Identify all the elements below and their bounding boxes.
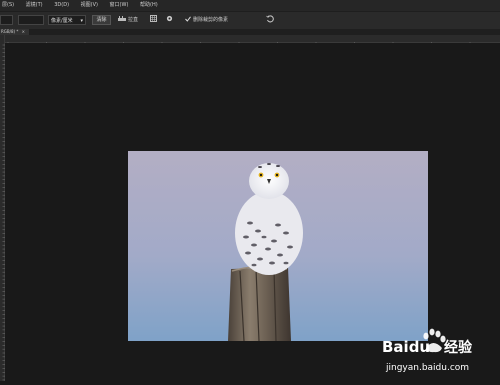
menu-help[interactable]: 帮助(H) [140, 0, 158, 11]
settings-icon[interactable] [166, 15, 173, 25]
watermark-url: jingyan.baidu.com [385, 363, 469, 373]
straighten-label[interactable]: 拉直 [128, 15, 138, 25]
document-tab-label: RGB/8) * [1, 29, 19, 34]
resolution-units-select[interactable]: 像素/厘米 ▾ [48, 15, 86, 25]
watermark-brand-suffix: 经验 [444, 339, 473, 356]
watermark-brand: Baidu [382, 338, 430, 356]
crop-width-field[interactable] [0, 15, 13, 25]
clear-button[interactable]: 清除 [92, 15, 111, 25]
crop-height-field[interactable] [18, 15, 44, 25]
straighten-icon[interactable] [118, 15, 126, 26]
menu-bar: 层(S) 滤镜(T) 3D(D) 视图(V) 窗口(W) 帮助(H) [0, 0, 500, 11]
grid-overlay-icon[interactable] [150, 15, 157, 25]
menu-window[interactable]: 窗口(W) [110, 0, 129, 11]
units-label: 像素/厘米 [51, 18, 73, 24]
baidu-watermark: Baidu 经验 jingyan.baidu.com [380, 326, 500, 381]
chevron-down-icon: ▾ [80, 18, 83, 24]
owl-photo[interactable] [128, 151, 428, 341]
reset-icon[interactable] [266, 15, 274, 26]
delete-cropped-pixels-label[interactable]: 删除裁剪的像素 [193, 15, 228, 25]
menu-layer[interactable]: 层(S) [2, 0, 14, 11]
horizontal-ruler[interactable]: 0505101520253035404550 [5, 35, 500, 50]
close-icon[interactable]: × [22, 29, 25, 34]
menu-view[interactable]: 视图(V) [81, 0, 98, 11]
checkbox-icon[interactable] [185, 15, 191, 25]
menu-3d[interactable]: 3D(D) [54, 0, 69, 11]
options-bar: 像素/厘米 ▾ 清除 拉直 删除裁剪的像素 [0, 11, 500, 30]
menu-filter[interactable]: 滤镜(T) [26, 0, 43, 11]
